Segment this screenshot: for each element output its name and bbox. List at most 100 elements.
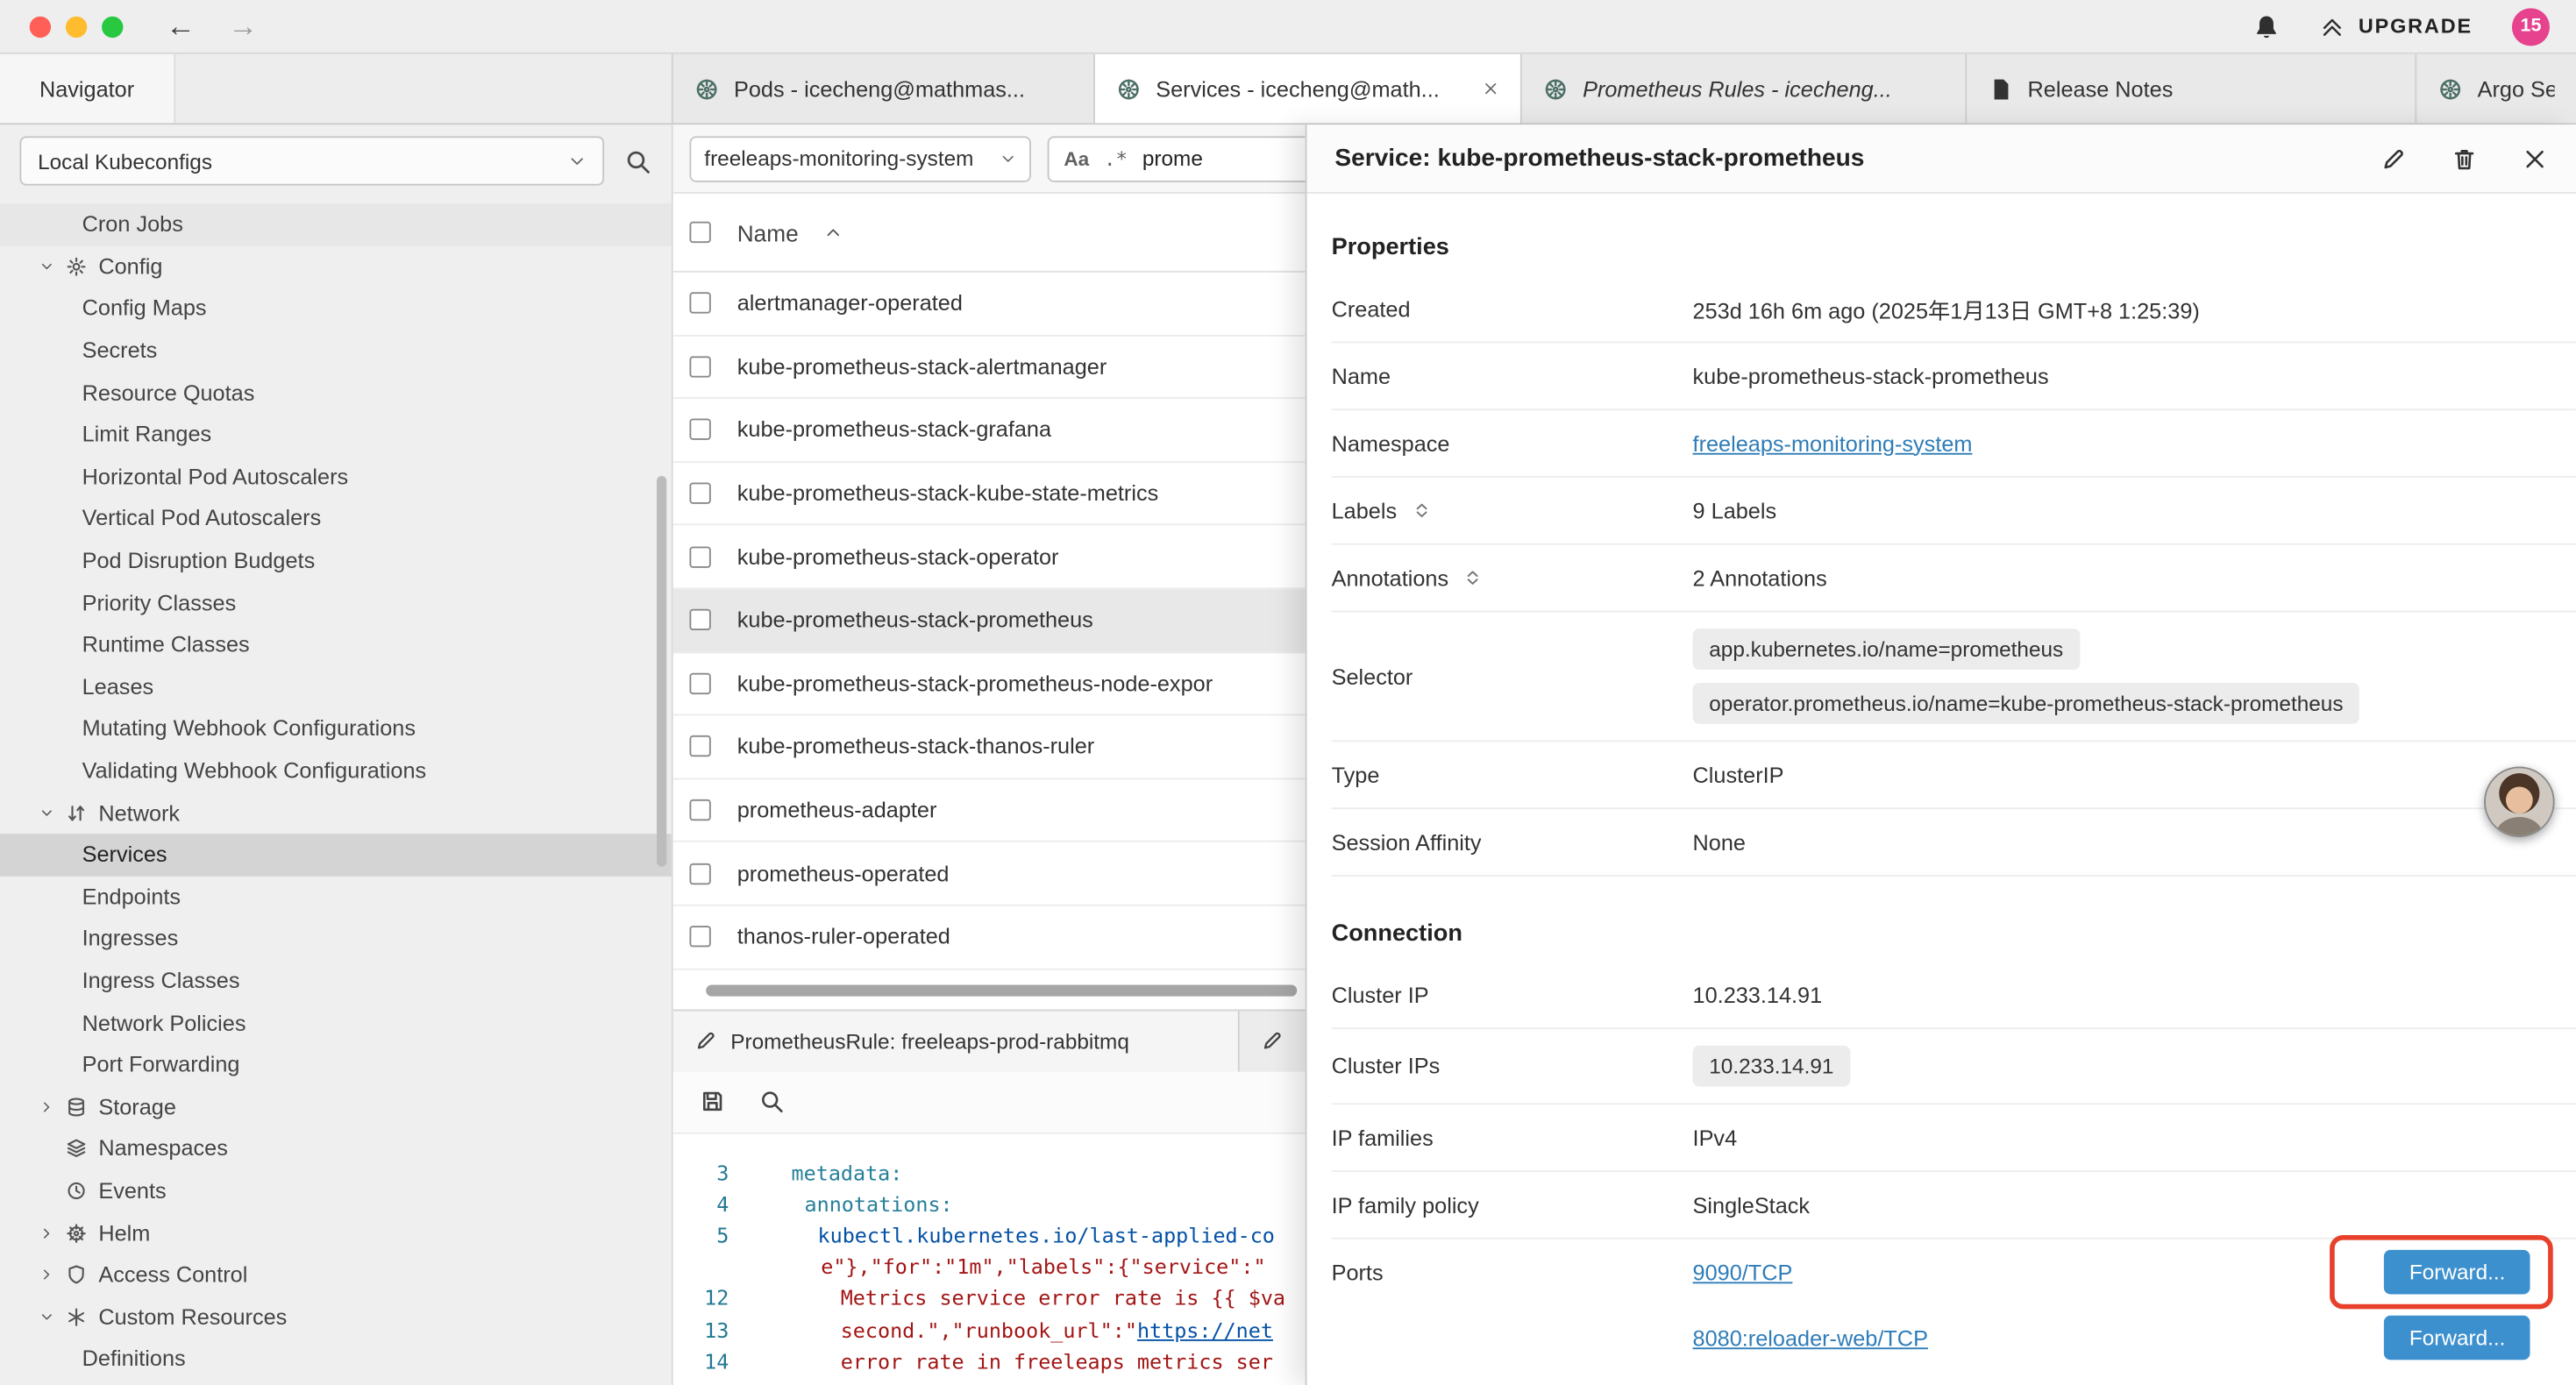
kubeconfig-select[interactable]: Local Kubeconfigs — [19, 136, 604, 185]
window-titlebar: ← → UPGRADE 15 — [0, 0, 2576, 54]
sidebar-item-horizontal-pod-autoscalers[interactable]: Horizontal Pod Autoscalers — [0, 456, 672, 498]
tab-prometheus-rules-icecheng[interactable]: Prometheus Rules - icecheng... — [1522, 54, 1967, 124]
dock-tab-prometheusrule[interactable]: PrometheusRule: freeleaps-prod-rabbitmq — [673, 1011, 1240, 1071]
yaml-editor[interactable]: 3metadata:4annotations:5kubectl.kubernet… — [673, 1133, 1306, 1385]
avatar[interactable] — [2484, 766, 2555, 837]
upgrade-button[interactable]: UPGRADE — [2321, 14, 2473, 39]
editor-search-icon[interactable] — [758, 1089, 785, 1115]
row-checkbox[interactable] — [689, 609, 710, 630]
delete-icon[interactable] — [2451, 146, 2478, 172]
tab-argo-se[interactable]: Argo Se — [2416, 54, 2576, 124]
namespace-link[interactable]: freeleaps-monitoring-system — [1693, 431, 1973, 456]
sidebar-item-helm[interactable]: Helm — [0, 1211, 672, 1254]
sidebar-item-endpoints[interactable]: Endpoints — [0, 876, 672, 918]
notifications-bell-icon[interactable] — [2253, 12, 2281, 40]
tab-services-icecheng-math[interactable]: Services - icecheng@math... — [1095, 54, 1522, 124]
sidebar-item-label: Secrets — [82, 338, 158, 363]
port-forward-button[interactable]: Forward... — [2385, 1250, 2530, 1295]
regex-toggle[interactable]: .* — [1104, 147, 1128, 170]
row-checkbox[interactable] — [689, 293, 710, 314]
navigator-panel-tab[interactable]: Navigator — [0, 54, 175, 124]
table-row[interactable]: prometheus-adapter — [673, 779, 1306, 842]
search-box[interactable]: Aa .* — [1048, 135, 1306, 181]
port-forward-button[interactable]: Forward... — [2385, 1316, 2530, 1360]
table-row[interactable]: kube-prometheus-stack-prometheus — [673, 589, 1306, 652]
expander-icon[interactable] — [1463, 568, 1483, 587]
port-link[interactable]: 8080:reloader-web/TCP — [1693, 1325, 1928, 1350]
sidebar-item-ingresses[interactable]: Ingresses — [0, 918, 672, 960]
sidebar-item-config-maps[interactable]: Config Maps — [0, 288, 672, 330]
sidebar-item-config[interactable]: Config — [0, 245, 672, 288]
horizontal-scrollbar[interactable] — [706, 984, 1297, 996]
sidebar-item-services[interactable]: Services — [0, 834, 672, 876]
row-checkbox[interactable] — [689, 927, 710, 948]
minimize-window-button[interactable] — [66, 16, 87, 37]
name-column-header[interactable]: Name — [737, 219, 799, 245]
zoom-window-button[interactable] — [102, 16, 123, 37]
sidebar-item-ingress-classes[interactable]: Ingress Classes — [0, 960, 672, 1002]
code-line: 4annotations: — [673, 1188, 1306, 1219]
row-checkbox[interactable] — [689, 863, 710, 884]
sidebar-item-custom-resources[interactable]: Custom Resources — [0, 1296, 672, 1338]
save-icon[interactable] — [700, 1089, 726, 1115]
row-checkbox[interactable] — [689, 672, 710, 693]
sidebar-item-leases[interactable]: Leases — [0, 665, 672, 707]
tab-release-notes[interactable]: Release Notes — [1967, 54, 2416, 124]
row-checkbox[interactable] — [689, 356, 710, 377]
sort-ascending-icon[interactable] — [825, 224, 843, 242]
table-row[interactable]: kube-prometheus-stack-operator — [673, 526, 1306, 589]
select-all-checkbox[interactable] — [689, 222, 710, 243]
sidebar-item-secrets[interactable]: Secrets — [0, 330, 672, 372]
sidebar-item-network-policies[interactable]: Network Policies — [0, 1002, 672, 1044]
back-button[interactable]: ← — [166, 11, 196, 41]
sidebar-item-vertical-pod-autoscalers[interactable]: Vertical Pod Autoscalers — [0, 498, 672, 540]
sidebar-item-pod-disruption-budgets[interactable]: Pod Disruption Budgets — [0, 540, 672, 582]
code-text: e"},"for":"1m","labels":{"service":" — [749, 1251, 1266, 1282]
table-row[interactable]: prometheus-operated — [673, 842, 1306, 906]
row-checkbox[interactable] — [689, 736, 710, 757]
table-row[interactable]: alertmanager-operated — [673, 273, 1306, 336]
row-checkbox[interactable] — [689, 799, 710, 820]
tab-pods-icecheng-mathmas[interactable]: Pods - icecheng@mathmas... — [673, 54, 1095, 124]
edit-icon[interactable] — [2380, 146, 2407, 172]
close-icon[interactable] — [2522, 146, 2548, 172]
row-checkbox[interactable] — [689, 483, 710, 504]
sidebar-item-resource-quotas[interactable]: Resource Quotas — [0, 372, 672, 414]
sidebar-item-validating-webhook-configurations[interactable]: Validating Webhook Configurations — [0, 749, 672, 792]
sidebar-item-events[interactable]: Events — [0, 1169, 672, 1211]
table-row[interactable]: kube-prometheus-stack-grafana — [673, 399, 1306, 462]
sidebar-item-label: Pod Disruption Budgets — [82, 549, 316, 573]
sidebar-item-storage[interactable]: Storage — [0, 1086, 672, 1128]
search-icon[interactable] — [624, 147, 652, 175]
match-case-toggle[interactable]: Aa — [1064, 147, 1089, 170]
row-checkbox[interactable] — [689, 419, 710, 440]
sidebar-item-priority-classes[interactable]: Priority Classes — [0, 582, 672, 624]
table-row[interactable]: thanos-ruler-operated — [673, 906, 1306, 970]
sidebar-item-runtime-classes[interactable]: Runtime Classes — [0, 623, 672, 665]
table-row[interactable]: kube-prometheus-stack-thanos-ruler — [673, 716, 1306, 779]
forward-button[interactable]: → — [228, 11, 258, 41]
sidebar-scrollbar[interactable] — [657, 476, 666, 867]
sidebar-item-namespaces[interactable]: Namespaces — [0, 1128, 672, 1170]
dock-tab-partial[interactable] — [1240, 1011, 1306, 1071]
line-number: 14 — [673, 1346, 749, 1377]
namespace-select[interactable]: freeleaps-monitoring-system — [689, 135, 1030, 181]
search-input[interactable] — [1142, 146, 1291, 171]
row-checkbox[interactable] — [689, 546, 710, 567]
close-icon[interactable] — [1483, 81, 1499, 97]
sidebar-item-cron-jobs[interactable]: Cron Jobs — [0, 203, 672, 245]
notification-count-badge[interactable]: 15 — [2512, 7, 2550, 45]
sidebar-item-port-forwarding[interactable]: Port Forwarding — [0, 1044, 672, 1086]
sidebar-item-limit-ranges[interactable]: Limit Ranges — [0, 414, 672, 456]
table-row[interactable]: kube-prometheus-stack-prometheus-node-ex… — [673, 652, 1306, 715]
expander-icon[interactable] — [1412, 501, 1431, 520]
sidebar-item-network[interactable]: Network — [0, 792, 672, 834]
sidebar-item-definitions[interactable]: Definitions — [0, 1338, 672, 1380]
kubeconfig-select-value: Local Kubeconfigs — [38, 148, 568, 173]
table-row[interactable]: kube-prometheus-stack-alertmanager — [673, 336, 1306, 399]
table-row[interactable]: kube-prometheus-stack-kube-state-metrics — [673, 463, 1306, 526]
sidebar-item-access-control[interactable]: Access Control — [0, 1254, 672, 1296]
port-link[interactable]: 9090/TCP — [1693, 1260, 1793, 1284]
close-window-button[interactable] — [30, 16, 51, 37]
sidebar-item-mutating-webhook-configurations[interactable]: Mutating Webhook Configurations — [0, 707, 672, 749]
